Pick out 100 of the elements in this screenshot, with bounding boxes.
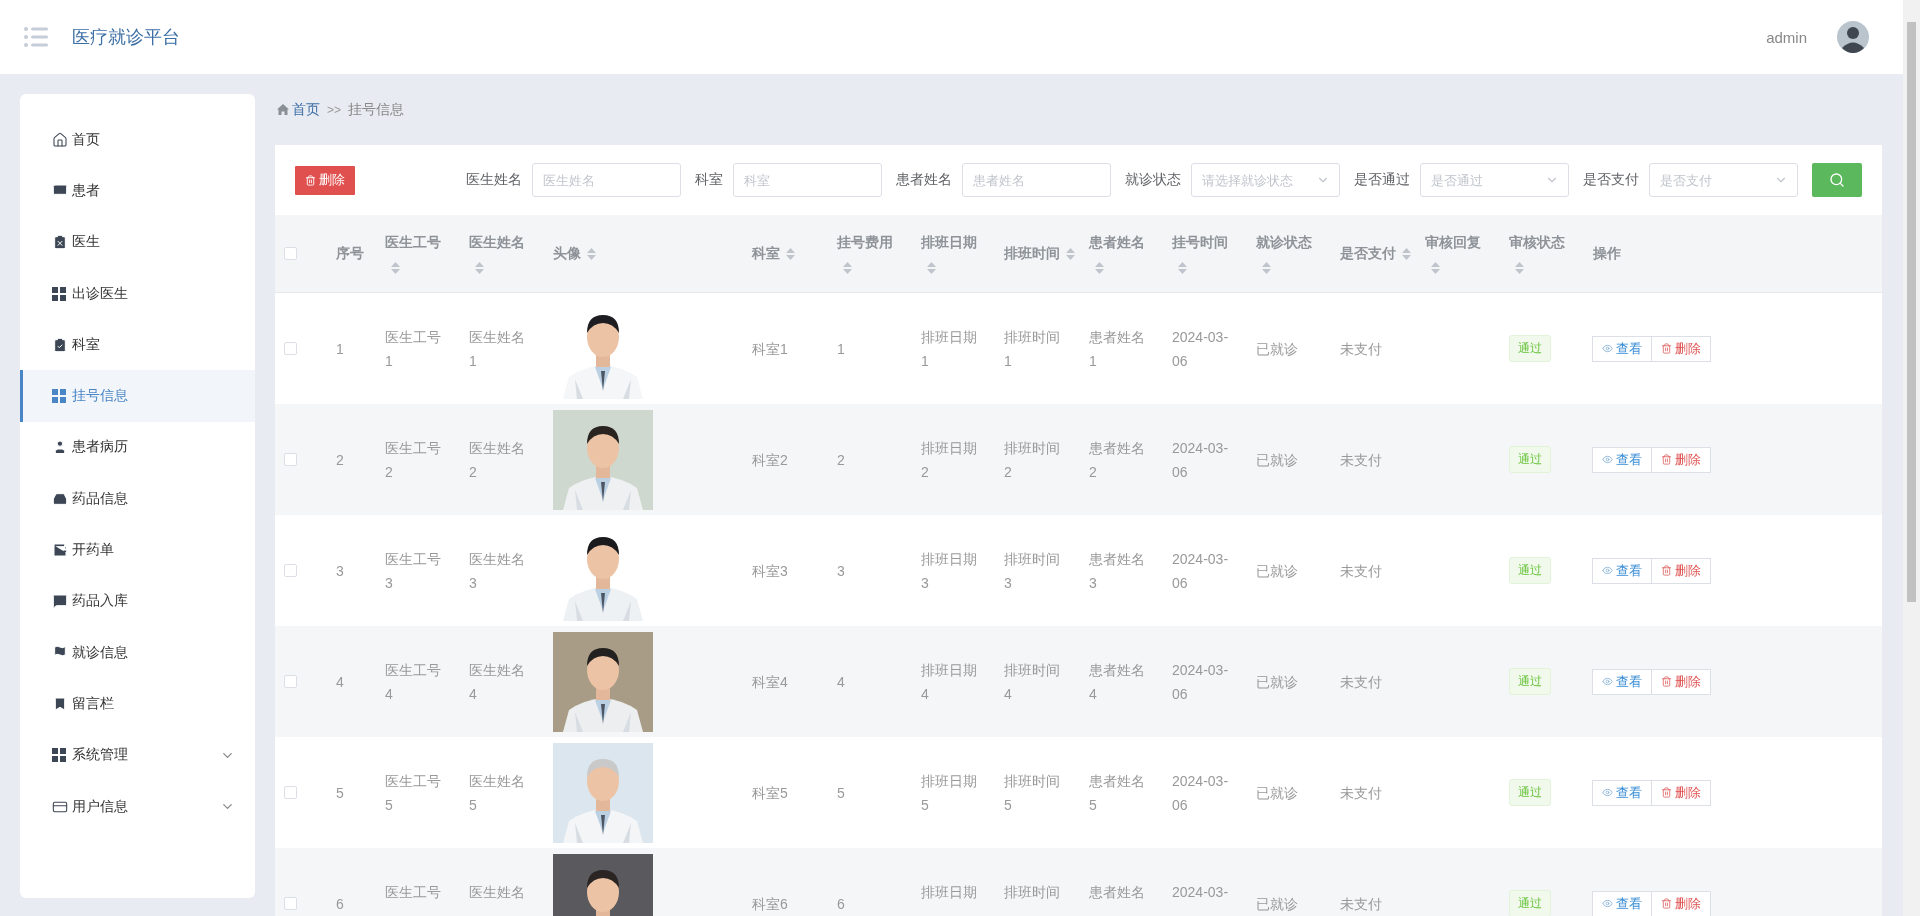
- sidebar-item[interactable]: 首页: [20, 114, 255, 166]
- sidebar-item[interactable]: 系统管理: [20, 729, 255, 781]
- table-cell-text: 已就诊: [1256, 894, 1298, 914]
- home-icon: [52, 131, 68, 148]
- avatar[interactable]: [1837, 21, 1869, 53]
- table-cell-text: 未支付: [1340, 783, 1382, 803]
- table-cell-text: 已就诊: [1256, 561, 1298, 581]
- menu-icon[interactable]: [24, 27, 48, 47]
- checkbox[interactable]: [284, 675, 297, 688]
- delete-button[interactable]: 删除: [1651, 779, 1711, 806]
- sidebar-item[interactable]: 药品入库: [20, 575, 255, 627]
- sidebar-item[interactable]: 出诊医生: [20, 267, 255, 320]
- column-header: 科室: [752, 244, 780, 263]
- table-cell-text: 医生工号: [385, 882, 441, 902]
- view-button[interactable]: 查看: [1592, 446, 1652, 473]
- table-cell-text: 医生工号2: [385, 438, 442, 482]
- trash-icon: [1661, 787, 1672, 798]
- filter-label: 是否支付: [1583, 171, 1639, 189]
- status-tag: 通过: [1509, 779, 1551, 806]
- sidebar-item[interactable]: 用户信息: [20, 780, 255, 833]
- sidebar-item[interactable]: 药品信息: [20, 473, 255, 525]
- table-cell-text: 2024-03-: [1172, 882, 1229, 902]
- sidebar-item[interactable]: 挂号信息: [20, 370, 255, 422]
- input-field[interactable]: 患者姓名: [962, 163, 1111, 197]
- delete-button[interactable]: 删除: [1651, 446, 1711, 473]
- sort-icon[interactable]: [1095, 261, 1104, 274]
- delete-button[interactable]: 删除: [1651, 335, 1711, 362]
- table-cell-text: 5: [837, 783, 845, 803]
- table-cell-text: 未支付: [1340, 450, 1382, 470]
- sort-icon[interactable]: [1066, 247, 1075, 260]
- column-header: 挂号费用: [837, 233, 893, 252]
- table-cell-text: 医生工号5: [385, 771, 442, 815]
- view-button[interactable]: 查看: [1592, 668, 1652, 695]
- checkbox[interactable]: [284, 897, 297, 910]
- table-cell-text: 医生姓名1: [469, 327, 526, 371]
- sort-icon[interactable]: [1402, 247, 1411, 260]
- sidebar-item[interactable]: 科室: [20, 319, 255, 371]
- delete-button[interactable]: 删除: [1651, 668, 1711, 695]
- sort-icon[interactable]: [1515, 261, 1524, 274]
- trash-icon: [1661, 343, 1672, 354]
- select-field[interactable]: 是否支付: [1649, 163, 1798, 197]
- column-header: 就诊状态: [1256, 233, 1312, 252]
- table-cell-text: 排班时间2: [1004, 438, 1061, 482]
- column-header: 操作: [1593, 244, 1621, 263]
- status-tag: 通过: [1509, 668, 1551, 695]
- table-cell-text: 已就诊: [1256, 672, 1298, 692]
- delete-button[interactable]: 删除: [1651, 890, 1711, 916]
- select-field[interactable]: 请选择就诊状态: [1191, 163, 1340, 197]
- view-button[interactable]: 查看: [1592, 779, 1652, 806]
- sidebar-item[interactable]: 患者: [20, 165, 255, 217]
- table-cell-text: 科室4: [752, 672, 788, 692]
- sidebar-item[interactable]: 就诊信息: [20, 626, 255, 679]
- table-cell-text: 排班日期5: [921, 771, 978, 815]
- sort-icon[interactable]: [1262, 261, 1271, 274]
- table-cell-text: 科室1: [752, 339, 788, 359]
- checkbox[interactable]: [284, 247, 297, 260]
- input-field[interactable]: 医生姓名: [532, 163, 681, 197]
- table-cell-text: 医生姓名3: [469, 549, 526, 593]
- breadcrumb-current: 挂号信息: [348, 100, 404, 119]
- column-header: 是否支付: [1340, 244, 1396, 263]
- delete-button[interactable]: 删除: [1651, 557, 1711, 584]
- view-button[interactable]: 查看: [1592, 335, 1652, 362]
- sidebar-item[interactable]: 留言栏: [20, 678, 255, 730]
- column-header: 序号: [336, 244, 364, 263]
- table-cell-text: 科室6: [752, 894, 788, 914]
- home-link[interactable]: 首页: [277, 100, 320, 119]
- select-field[interactable]: 是否通过: [1420, 163, 1569, 197]
- scrollbar[interactable]: [1903, 0, 1920, 916]
- column-header: 医生姓名: [469, 233, 525, 252]
- table-cell-text: 未支付: [1340, 894, 1382, 914]
- checkbox[interactable]: [284, 342, 297, 355]
- column-header: 患者姓名: [1089, 233, 1145, 252]
- sort-icon[interactable]: [1178, 261, 1187, 274]
- checkbox[interactable]: [284, 786, 297, 799]
- checkbox[interactable]: [284, 453, 297, 466]
- sort-icon[interactable]: [1431, 261, 1440, 274]
- sidebar-item[interactable]: 患者病历: [20, 421, 255, 474]
- trash-icon: [1661, 676, 1672, 687]
- sort-icon[interactable]: [927, 261, 936, 274]
- sidebar-item[interactable]: 开药单: [20, 524, 255, 576]
- sort-icon[interactable]: [786, 247, 795, 260]
- table-cell-text: 2024-03-06: [1172, 660, 1230, 704]
- sort-icon[interactable]: [475, 261, 484, 274]
- column-header: 审核状态: [1509, 233, 1565, 252]
- breadcrumb-separator: >>: [327, 102, 341, 117]
- table-cell-text: 医生姓名: [469, 882, 525, 902]
- table-cell-text: 排班时间3: [1004, 549, 1061, 593]
- user-name[interactable]: admin: [1766, 28, 1807, 46]
- delete-button[interactable]: 删除: [295, 165, 355, 195]
- table-cell-text: 已就诊: [1256, 339, 1298, 359]
- view-button[interactable]: 查看: [1592, 557, 1652, 584]
- search-button[interactable]: [1812, 163, 1862, 197]
- sidebar-item[interactable]: 医生: [20, 216, 255, 268]
- sort-icon[interactable]: [843, 261, 852, 274]
- checkbox[interactable]: [284, 564, 297, 577]
- sort-icon[interactable]: [391, 261, 400, 274]
- sort-icon[interactable]: [587, 247, 596, 260]
- view-button[interactable]: 查看: [1592, 890, 1652, 916]
- table-cell-text: 患者姓名3: [1089, 549, 1146, 593]
- input-field[interactable]: 科室: [733, 163, 882, 197]
